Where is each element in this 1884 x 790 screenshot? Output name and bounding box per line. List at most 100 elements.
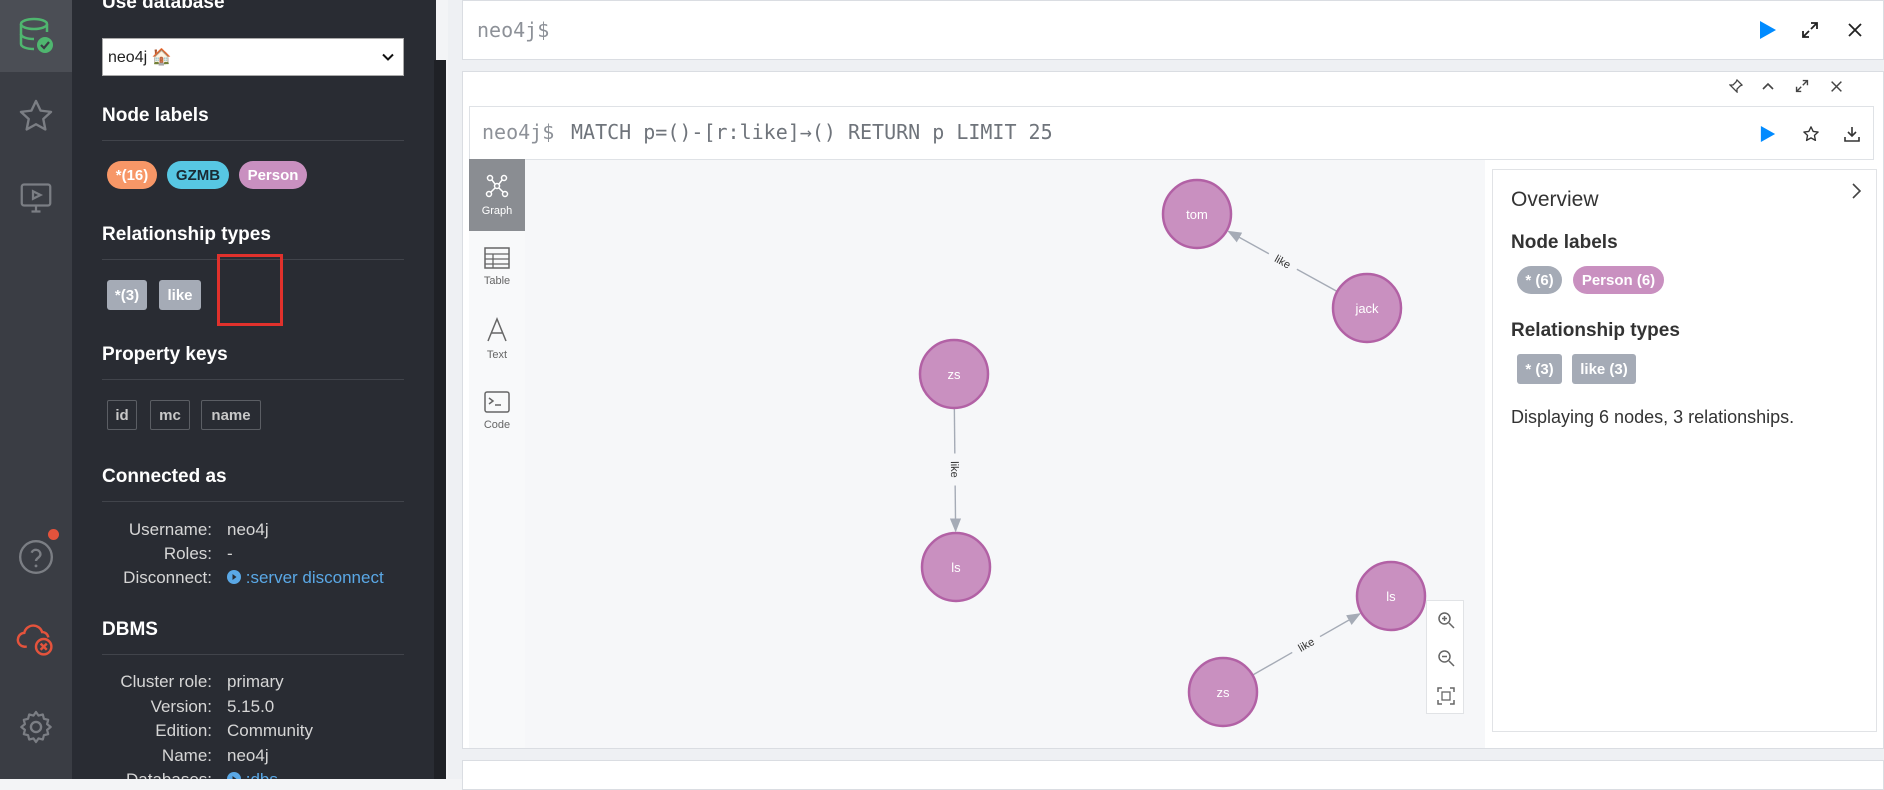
result-query-text[interactable]: MATCH p=()-[r:like]→() RETURN p LIMIT 25 <box>571 120 1053 144</box>
graph-node-caption: jack <box>1354 301 1379 316</box>
collapse-overview-button[interactable] <box>1846 180 1868 202</box>
settings-rail-button[interactable] <box>0 691 72 763</box>
edition-value: Community <box>227 721 313 741</box>
tab-code[interactable]: Code <box>469 375 525 447</box>
collapse-frame-button[interactable] <box>1758 76 1778 96</box>
relationship-label: like <box>948 461 960 478</box>
relationship-like[interactable]: like <box>1229 231 1338 291</box>
relationship-label: like <box>1272 253 1292 271</box>
relationship-like[interactable]: like <box>948 408 960 531</box>
close-icon <box>1830 80 1843 93</box>
zoom-controls <box>1426 600 1464 714</box>
databases-command[interactable]: :dbs <box>227 770 278 779</box>
disconnect-command[interactable]: :server disconnect <box>227 568 384 588</box>
pin-frame-button[interactable] <box>1726 76 1746 96</box>
download-button[interactable] <box>1839 121 1865 147</box>
databases-label: Databases: <box>72 770 212 779</box>
property-key-mc[interactable]: mc <box>150 400 190 430</box>
play-circle-icon <box>227 570 241 584</box>
edition-label: Edition: <box>72 721 212 741</box>
main-stream: neo4j$ neo4j$ MATCH p=()-[r:like]→() RET… <box>448 0 1884 779</box>
help-rail-button[interactable] <box>0 521 72 593</box>
relationship-arrow[interactable] <box>1320 614 1360 637</box>
download-icon <box>1844 126 1860 142</box>
monitor-play-icon <box>18 180 54 216</box>
overview-node-label-person[interactable]: Person (6) <box>1573 266 1664 294</box>
close-editor-button[interactable] <box>1842 17 1868 43</box>
rerun-query-button[interactable] <box>1755 121 1781 147</box>
disconnect-label: Disconnect: <box>72 568 212 588</box>
relationship-like[interactable]: like <box>1253 614 1360 675</box>
disconnect-link[interactable]: :server disconnect <box>246 568 384 587</box>
node-label-pill-gzmb[interactable]: GZMB <box>167 161 229 189</box>
guides-rail-button[interactable] <box>0 162 72 234</box>
node-label-pill-person[interactable]: Person <box>239 161 307 189</box>
graph-node-caption: tom <box>1186 207 1208 222</box>
rel-type-tag-all[interactable]: *(3) <box>107 280 147 310</box>
property-keys-heading: Property keys <box>102 344 228 366</box>
tab-graph[interactable]: Graph <box>469 159 525 231</box>
divider <box>102 501 404 502</box>
database-rail-button[interactable] <box>0 0 72 72</box>
relationship-label: like <box>1296 636 1316 655</box>
graph-visualization[interactable]: like like like tom jack zs ls ls zs <box>525 160 1485 748</box>
rel-type-tag-like[interactable]: like <box>159 280 201 310</box>
expand-editor-button[interactable] <box>1797 17 1823 43</box>
relationship-arrow[interactable] <box>1229 231 1269 253</box>
graph-canvas[interactable]: like like like tom jack zs ls ls zs <box>525 160 1485 748</box>
graph-node-zs[interactable]: zs <box>920 340 988 408</box>
icon-rail <box>0 0 72 779</box>
dbms-heading: DBMS <box>102 619 158 641</box>
zoom-in-button[interactable] <box>1427 601 1465 639</box>
name-label: Name: <box>72 746 212 766</box>
expand-icon <box>1801 21 1819 39</box>
overview-panel: Overview Node labels * (6) Person (6) Re… <box>1492 169 1877 732</box>
graph-node-jack[interactable]: jack <box>1333 274 1401 342</box>
overview-relationship-types-heading: Relationship types <box>1511 320 1680 342</box>
version-label: Version: <box>72 697 212 717</box>
cluster-role-label: Cluster role: <box>72 672 212 692</box>
graph-node-ls[interactable]: ls <box>1357 562 1425 630</box>
table-icon <box>484 247 510 269</box>
connection-rail-button[interactable] <box>0 603 72 675</box>
databases-link[interactable]: :dbs <box>246 770 278 779</box>
help-icon <box>17 538 55 576</box>
favorites-rail-button[interactable] <box>0 80 72 152</box>
overview-rel-type-all[interactable]: * (3) <box>1517 354 1562 384</box>
tab-text[interactable]: Text <box>469 303 525 375</box>
tab-table[interactable]: Table <box>469 231 525 303</box>
relationship-line[interactable] <box>1297 269 1337 291</box>
fullscreen-frame-button[interactable] <box>1792 76 1812 96</box>
graph-node-tom[interactable]: tom <box>1163 180 1231 248</box>
roles-label: Roles: <box>72 544 212 564</box>
favorite-query-button[interactable] <box>1798 121 1824 147</box>
overview-rel-type-like[interactable]: like (3) <box>1572 354 1636 384</box>
property-key-name[interactable]: name <box>201 400 261 430</box>
overview-summary: Displaying 6 nodes, 3 relationships. <box>1511 407 1794 428</box>
graph-node-ls[interactable]: ls <box>922 533 990 601</box>
node-label-pill-all[interactable]: *(16) <box>107 161 157 189</box>
relationship-line[interactable] <box>1253 652 1293 675</box>
tab-graph-label: Graph <box>482 205 513 217</box>
username-label: Username: <box>72 520 212 540</box>
fit-to-screen-button[interactable] <box>1427 677 1465 715</box>
use-database-heading: Use database <box>102 0 225 14</box>
graph-node-zs[interactable]: zs <box>1189 658 1257 726</box>
chevron-right-icon <box>1851 182 1863 200</box>
graph-node-caption: zs <box>948 367 962 382</box>
name-value: neo4j <box>227 746 269 766</box>
close-frame-button[interactable] <box>1826 76 1846 96</box>
settings-icon <box>17 708 55 746</box>
divider <box>102 654 404 655</box>
database-icon <box>17 16 55 56</box>
overview-node-label-all[interactable]: * (6) <box>1517 266 1562 294</box>
result-view-tabs: Graph Table Text Code <box>469 159 526 748</box>
drawer-scrollbar[interactable] <box>434 60 446 779</box>
property-key-id[interactable]: id <box>107 400 137 430</box>
zoom-out-button[interactable] <box>1427 639 1465 677</box>
run-query-button[interactable] <box>1755 17 1781 43</box>
editor-prompt[interactable]: neo4j$ <box>477 18 549 42</box>
database-select[interactable]: neo4j 🏠 <box>102 38 404 76</box>
result-query-editor[interactable]: neo4j$ MATCH p=()-[r:like]→() RETURN p L… <box>469 106 1874 160</box>
divider <box>102 140 404 141</box>
